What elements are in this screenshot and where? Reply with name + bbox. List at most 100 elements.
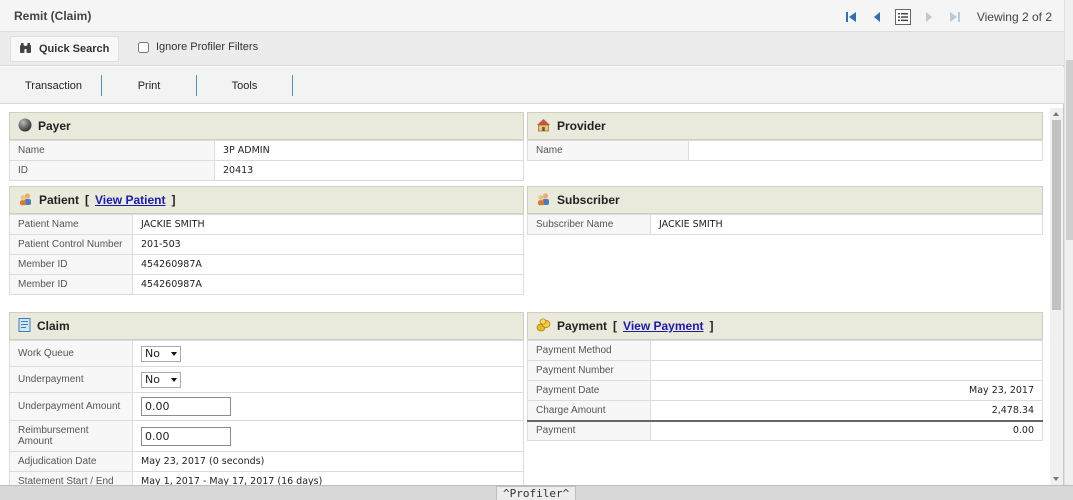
payment-number-label: Payment Number: [527, 360, 651, 381]
next-record-icon[interactable]: [921, 9, 937, 25]
payment-number-value: [650, 360, 1043, 381]
dropdown-arrow-icon: [171, 351, 177, 356]
binoculars-icon: [19, 42, 32, 57]
payer-name-value: 3P ADMIN: [214, 140, 524, 161]
list-view-icon[interactable]: [894, 9, 911, 25]
adjudication-date-value: May 23, 2017 (0 seconds): [132, 451, 524, 472]
subscriber-name-label: Subscriber Name: [527, 214, 651, 235]
payment-panel: Payment [ View Payment ] Payment Method …: [527, 312, 1043, 441]
table-row: Underpayment Amount 0.00: [9, 392, 524, 421]
underpayment-amount-input[interactable]: 0.00: [141, 397, 231, 416]
table-row: Patient Name JACKIE SMITH: [9, 214, 524, 235]
search-bar: Quick Search Ignore Profiler Filters: [0, 32, 1064, 66]
tab-print[interactable]: Print: [102, 75, 197, 96]
record-navigation: Viewing 2 of 2: [843, 9, 1052, 25]
subscriber-table: Subscriber Name JACKIE SMITH: [527, 214, 1043, 235]
provider-title: Provider: [557, 119, 606, 133]
member-id-label: Member ID: [9, 254, 133, 275]
payment-bracket-open: [: [613, 319, 618, 333]
ignore-filters-checkbox[interactable]: [138, 41, 149, 53]
subscriber-header: Subscriber: [527, 186, 1043, 214]
window-scrollbar-thumb[interactable]: [1066, 60, 1073, 240]
patient-panel: Patient [ View Patient ] Patient Name JAC…: [9, 186, 524, 295]
ignore-filters-label: Ignore Profiler Filters: [156, 41, 259, 53]
payment-bracket-close: ]: [709, 319, 714, 333]
statement-dates-value: May 1, 2017 - May 17, 2017 (16 days): [132, 471, 524, 485]
table-row: ID 20413: [9, 160, 524, 181]
tab-tools[interactable]: Tools: [197, 75, 293, 96]
scroll-down-icon[interactable]: [1053, 477, 1059, 481]
claim-table: Work Queue No Underpayment No Underpayme…: [9, 340, 524, 485]
provider-panel: Provider Name: [527, 112, 1043, 161]
tab-transaction[interactable]: Transaction: [6, 75, 102, 96]
table-row: Charge Amount 2,478.34: [527, 400, 1043, 421]
patient-title: Patient: [39, 193, 80, 207]
scrollbar-thumb[interactable]: [1052, 120, 1061, 310]
claim-header: Claim: [9, 312, 524, 340]
previous-record-icon[interactable]: [869, 9, 885, 25]
subscriber-people-icon: [536, 192, 551, 209]
provider-name-label: Name: [527, 140, 689, 161]
underpayment-select[interactable]: No: [141, 371, 181, 388]
work-queue-select[interactable]: No: [141, 345, 181, 362]
content-scrollbar[interactable]: [1050, 108, 1063, 485]
view-patient-link[interactable]: View Patient: [95, 193, 165, 207]
payment-table: Payment Method Payment Number Payment Da…: [527, 340, 1043, 441]
table-row: Payment Method: [527, 340, 1043, 361]
payment-date-label: Payment Date: [527, 380, 651, 401]
underpayment-value: No: [145, 373, 160, 386]
table-row: Member ID 454260987A: [9, 274, 524, 295]
adjudication-date-label: Adjudication Date: [9, 451, 133, 472]
member-id-value: 454260987A: [132, 274, 524, 295]
charge-amount-value: 2,478.34: [650, 400, 1043, 421]
scroll-up-icon[interactable]: [1053, 112, 1059, 116]
profiler-toggle[interactable]: ^Profiler^: [496, 486, 577, 500]
patient-table: Patient Name JACKIE SMITH Patient Control…: [9, 214, 524, 295]
window-scrollbar[interactable]: [1064, 0, 1073, 500]
payer-id-value: 20413: [214, 160, 524, 181]
payer-table: Name 3P ADMIN ID 20413: [9, 140, 524, 181]
profiler-bar: ^Profiler^: [0, 485, 1073, 500]
claim-title: Claim: [37, 319, 70, 333]
patient-control-label: Patient Control Number: [9, 234, 133, 255]
patient-header: Patient [ View Patient ]: [9, 186, 524, 214]
view-payment-link[interactable]: View Payment: [623, 319, 703, 333]
reimbursement-amount-input[interactable]: 0.00: [141, 426, 231, 446]
payer-name-label: Name: [9, 140, 215, 161]
statement-dates-label: Statement Start / End: [9, 471, 133, 485]
last-record-icon[interactable]: [947, 9, 963, 25]
provider-table: Name: [527, 140, 1043, 161]
table-row: Member ID 454260987A: [9, 254, 524, 275]
underpayment-amount-label: Underpayment Amount: [9, 392, 133, 421]
remit-window: Remit (Claim) Viewing 2 of 2 Quick Searc…: [0, 0, 1064, 500]
house-icon: [536, 118, 551, 135]
table-row: Statement Start / End May 1, 2017 - May …: [9, 471, 524, 485]
viewing-count: Viewing 2 of 2: [976, 10, 1052, 24]
payer-id-label: ID: [9, 160, 215, 181]
member-id-value: 454260987A: [132, 254, 524, 275]
payer-ball-icon: [18, 118, 32, 135]
first-record-icon[interactable]: [843, 9, 859, 25]
table-row: Reimbursement Amount 0.00: [9, 420, 524, 452]
underpayment-label: Underpayment: [9, 366, 133, 393]
payment-date-value: May 23, 2017: [650, 380, 1043, 401]
dropdown-arrow-icon: [171, 377, 177, 382]
ignore-profiler-filters[interactable]: Ignore Profiler Filters: [138, 41, 258, 53]
table-row: Patient Control Number 201-503: [9, 234, 524, 255]
payer-header: Payer: [9, 112, 524, 140]
work-queue-value: No: [145, 347, 160, 360]
action-tabs: Transaction Print Tools: [0, 67, 1064, 104]
payment-amount-label: Payment: [527, 419, 651, 441]
subscriber-title: Subscriber: [557, 193, 620, 207]
document-icon: [18, 317, 31, 335]
remit-detail: Payer Name 3P ADMIN ID 20413 Provider Name: [0, 105, 1050, 485]
quick-search-button[interactable]: Quick Search: [10, 36, 120, 62]
charge-amount-label: Charge Amount: [527, 400, 651, 421]
claim-panel: Claim Work Queue No Underpayment No Unde…: [9, 312, 524, 485]
patient-people-icon: [18, 192, 33, 209]
table-row: Adjudication Date May 23, 2017 (0 second…: [9, 451, 524, 472]
payment-method-label: Payment Method: [527, 340, 651, 361]
quick-search-label: Quick Search: [39, 43, 110, 55]
subscriber-name-value: JACKIE SMITH: [650, 214, 1043, 235]
table-row: Underpayment No: [9, 366, 524, 393]
